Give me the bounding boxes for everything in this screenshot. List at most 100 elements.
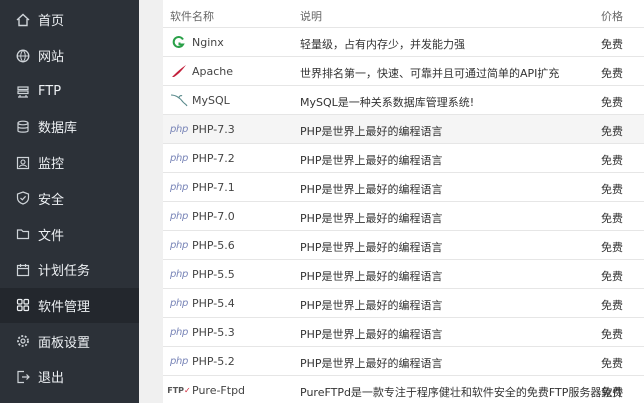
table-row[interactable]: php PHP-7.1 PHP是世界上最好的编程语言 免费	[163, 173, 644, 202]
software-price: 免费	[601, 386, 623, 399]
table-row[interactable]: FTP ✓ Pure-Ftpd PureFTPd是一款专注于程序健壮和软件安全的免…	[163, 376, 644, 403]
software-price: 免费	[601, 270, 623, 283]
software-desc: PHP是世界上最好的编程语言	[300, 328, 443, 341]
table-row[interactable]: php PHP-5.5 PHP是世界上最好的编程语言 免费	[163, 260, 644, 289]
software-price: 免费	[601, 241, 623, 254]
software-desc: 世界排名第一，快速、可靠并且可通过简单的API扩充	[300, 67, 560, 80]
table-row[interactable]: php PHP-5.3 PHP是世界上最好的编程语言 免费	[163, 318, 644, 347]
software-desc: PHP是世界上最好的编程语言	[300, 125, 443, 138]
php-icon: php	[169, 181, 189, 193]
software-desc: PHP是世界上最好的编程语言	[300, 183, 443, 196]
software-desc: 轻量级，占有内存少，并发能力强	[300, 38, 465, 51]
table-row[interactable]: Apache 世界排名第一，快速、可靠并且可通过简单的API扩充 免费	[163, 57, 644, 86]
software-desc: PHP是世界上最好的编程语言	[300, 212, 443, 225]
globe-icon	[16, 49, 30, 63]
sidebar-item-websites[interactable]: 网站	[0, 38, 139, 74]
content-gutter	[139, 0, 163, 403]
sidebar-item-ftp[interactable]: FTP	[0, 73, 139, 109]
sidebar-item-label: 首页	[38, 14, 65, 30]
sidebar-item-logout[interactable]: 退出	[0, 359, 139, 395]
software-name: PHP-7.1	[192, 181, 235, 194]
software-name: MySQL	[192, 94, 230, 107]
folder-icon	[16, 227, 30, 241]
mysql-icon	[170, 93, 188, 107]
software-price: 免费	[601, 299, 623, 312]
apache-icon	[170, 64, 188, 78]
table-row[interactable]: php PHP-5.4 PHP是世界上最好的编程语言 免费	[163, 289, 644, 318]
software-name: PHP-7.3	[192, 123, 235, 136]
sidebar-item-software[interactable]: 软件管理	[0, 287, 139, 324]
software-price: 免费	[601, 67, 623, 80]
sidebar-item-label: 安全	[38, 192, 65, 208]
gear-icon	[16, 334, 30, 348]
table-row[interactable]: php PHP-7.3 PHP是世界上最好的编程语言 免费	[163, 115, 644, 144]
sidebar-item-database[interactable]: 数据库	[0, 109, 139, 145]
sidebar-item-label: 文件	[38, 228, 65, 244]
header-desc: 说明	[300, 10, 322, 23]
software-name: PHP-5.4	[192, 297, 235, 310]
software-price: 免费	[601, 125, 623, 138]
table-row[interactable]: Nginx 轻量级，占有内存少，并发能力强 免费	[163, 28, 644, 57]
database-icon	[16, 120, 30, 134]
software-price: 免费	[601, 154, 623, 167]
sidebar-item-label: 软件管理	[38, 299, 91, 315]
table-row[interactable]: php PHP-5.2 PHP是世界上最好的编程语言 免费	[163, 347, 644, 376]
sidebar-item-cron[interactable]: 计划任务	[0, 252, 139, 288]
sidebar-item-security[interactable]: 安全	[0, 181, 139, 217]
software-price: 免费	[601, 96, 623, 109]
software-name: PHP-5.6	[192, 239, 235, 252]
software-desc: PHP是世界上最好的编程语言	[300, 270, 443, 283]
ftp-logo-icon: FTP ✓	[167, 385, 191, 395]
table-row[interactable]: php PHP-7.2 PHP是世界上最好的编程语言 免费	[163, 144, 644, 173]
shield-icon	[16, 191, 30, 205]
header-name: 软件名称	[170, 10, 214, 23]
sidebar-item-label: 网站	[38, 50, 65, 66]
php-icon: php	[169, 210, 189, 222]
software-name: Pure-Ftpd	[192, 384, 246, 397]
table-row[interactable]: php PHP-7.0 PHP是世界上最好的编程语言 免费	[163, 202, 644, 231]
software-price: 免费	[601, 38, 623, 51]
software-name: Apache	[192, 65, 234, 78]
php-icon: php	[169, 123, 189, 135]
calendar-icon	[16, 263, 30, 277]
header-price: 价格	[601, 10, 623, 23]
php-icon: php	[169, 152, 189, 164]
software-name: Nginx	[192, 36, 224, 49]
sidebar-item-label: 数据库	[38, 121, 78, 137]
nginx-icon	[170, 35, 188, 49]
software-name: PHP-7.0	[192, 210, 235, 223]
table-row[interactable]: MySQL MySQL是一种关系数据库管理系统! 免费	[163, 86, 644, 115]
monitor-icon	[16, 156, 30, 170]
sidebar-item-settings[interactable]: 面板设置	[0, 323, 139, 359]
php-icon: php	[169, 326, 189, 338]
software-name: PHP-5.3	[192, 326, 235, 339]
software-price: 免费	[601, 212, 623, 225]
software-price: 免费	[601, 357, 623, 370]
software-desc: PHP是世界上最好的编程语言	[300, 241, 443, 254]
home-icon	[16, 13, 30, 27]
sidebar-item-label: 计划任务	[38, 264, 91, 280]
php-icon: php	[169, 239, 189, 251]
sidebar: 首页 网站 FTP 数据库 监控 安全 文件 计划任务 软件管理 面板设置 退出	[0, 0, 139, 403]
software-desc: PHP是世界上最好的编程语言	[300, 357, 443, 370]
software-desc: MySQL是一种关系数据库管理系统!	[300, 96, 475, 109]
table-row[interactable]: php PHP-5.6 PHP是世界上最好的编程语言 免费	[163, 231, 644, 260]
software-name: PHP-7.2	[192, 152, 235, 165]
sidebar-item-files[interactable]: 文件	[0, 216, 139, 252]
software-table: 软件名称 说明 价格 Nginx 轻量级，占有内存少，并发能力强 免费 Apac…	[163, 0, 644, 403]
sidebar-item-monitor[interactable]: 监控	[0, 145, 139, 181]
software-desc: PureFTPd是一款专注于程序健壮和软件安全的免费FTP服务器软件	[300, 386, 624, 399]
sidebar-item-home[interactable]: 首页	[0, 2, 139, 38]
software-name: PHP-5.2	[192, 355, 235, 368]
software-name: PHP-5.5	[192, 268, 235, 281]
ftp-icon	[16, 84, 30, 98]
sidebar-item-label: 监控	[38, 157, 65, 173]
logout-icon	[16, 370, 30, 384]
software-desc: PHP是世界上最好的编程语言	[300, 154, 443, 167]
php-icon: php	[169, 297, 189, 309]
sidebar-item-label: 退出	[38, 371, 65, 387]
software-desc: PHP是世界上最好的编程语言	[300, 299, 443, 312]
php-icon: php	[169, 268, 189, 280]
table-header: 软件名称 说明 价格	[163, 0, 644, 28]
grid-icon	[16, 298, 30, 312]
